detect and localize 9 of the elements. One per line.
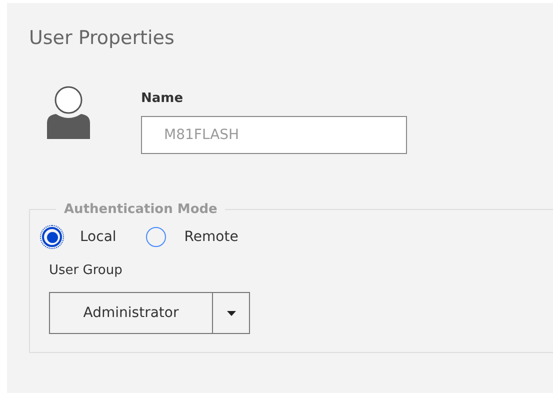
user-group-label: User Group (49, 263, 124, 278)
panel-title: User Properties (29, 26, 176, 51)
radio-option[interactable]: Local (42, 227, 116, 247)
caret-icon (226, 310, 236, 316)
name-label: Name (141, 91, 184, 106)
user-icon (46, 86, 91, 139)
user-group-dropdown[interactable]: Administrator (49, 292, 250, 334)
group-legend: Authentication Mode (56, 202, 226, 217)
radio-option[interactable]: Remote (146, 227, 238, 247)
